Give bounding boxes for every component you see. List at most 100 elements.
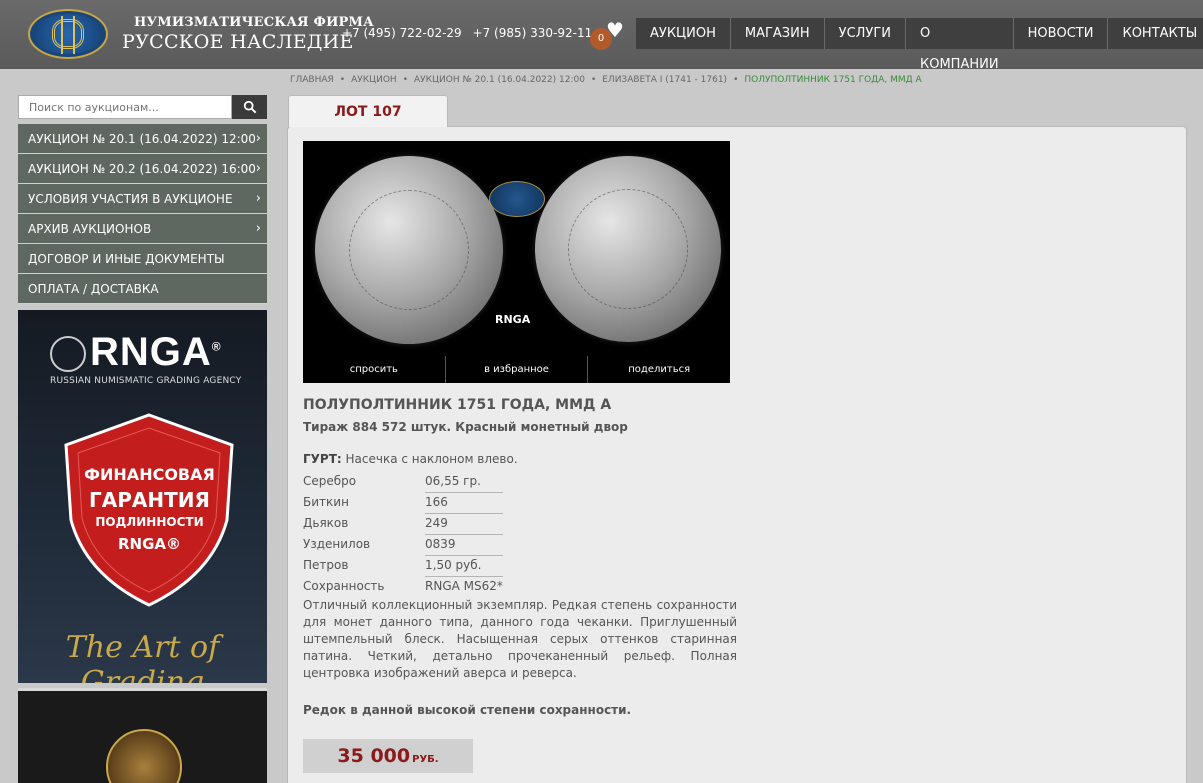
lot-specs: Серебро 06,55 гр. Биткин 166 Дьяков 249 … <box>303 472 503 598</box>
rnga-logo-text: RNGA <box>90 330 212 374</box>
spec-key: Биткин <box>303 495 349 509</box>
sidebar-item-archive[interactable]: АРХИВ АУКЦИОНОВ › <box>18 214 267 244</box>
edge-value: Насечка с наклоном влево. <box>345 452 518 466</box>
main-nav: АУКЦИОН МАГАЗИН УСЛУГИ О КОМПАНИИ НОВОСТ… <box>636 18 1203 72</box>
sidebar-item-auction-20-2[interactable]: АУКЦИОН № 20.2 (16.04.2022) 16:00 › <box>18 154 267 184</box>
coin-reverse-detail <box>568 189 688 309</box>
sidebar-menu: АУКЦИОН № 20.1 (16.04.2022) 12:00 › АУКЦ… <box>18 124 267 304</box>
lot-subtitle: Тираж 884 572 штук. Красный монетный дво… <box>303 420 628 434</box>
spec-row: Петров 1,50 руб. <box>303 556 503 577</box>
promo-banner[interactable] <box>18 688 267 783</box>
nav-auction[interactable]: АУКЦИОН <box>636 18 731 49</box>
lot-note: Редок в данной высокой степени сохраннос… <box>303 703 632 717</box>
logo-monogram-stroke <box>61 16 75 54</box>
spec-key: Петров <box>303 558 349 572</box>
phone-1[interactable]: +7 (495) 722-02-29 <box>342 26 462 40</box>
nav-shop[interactable]: МАГАЗИН <box>730 18 825 49</box>
sidebar-item-label: ДОГОВОР И ИНЫЕ ДОКУМЕНТЫ <box>28 252 225 266</box>
breadcrumb-category[interactable]: ЕЛИЗАВЕТА I (1741 - 1761) <box>602 75 727 85</box>
phone-2[interactable]: +7 (985) 330-92-11 <box>473 26 593 40</box>
coin-reverse <box>535 156 721 342</box>
rnga-watermark: RNGA <box>495 313 531 326</box>
spec-value: 0839 <box>425 535 503 556</box>
coin-obverse <box>315 156 503 344</box>
shield-line-4: RNGA® <box>117 535 182 553</box>
nav-services[interactable]: УСЛУГИ <box>824 18 906 49</box>
rnga-subtitle: RUSSIAN NUMISMATIC GRADING AGENCY <box>50 376 242 386</box>
shield-line-1: ФИНАНСОВАЯ <box>84 465 215 484</box>
coin-image[interactable]: RNGA <box>303 141 730 356</box>
sidebar-item-label: АУКЦИОН № 20.1 (16.04.2022) 12:00 <box>28 132 256 146</box>
breadcrumb-current: ПОЛУПОЛТИННИК 1751 ГОДА, ММД А <box>744 75 922 85</box>
spec-row: Дьяков 249 <box>303 514 503 535</box>
registered-mark: ® <box>211 339 222 354</box>
shield-line-3: ПОДЛИННОСТИ <box>95 515 204 529</box>
spec-value: 166 <box>425 493 503 514</box>
spec-row: Серебро 06,55 гр. <box>303 472 503 493</box>
brand-tagline[interactable]: НУМИЗМАТИЧЕСКАЯ ФИРМА <box>134 15 374 30</box>
sidebar-item-payment[interactable]: ОПЛАТА / ДОСТАВКА <box>18 274 267 304</box>
lot-description: Отличный коллекционный экземпляр. Редкая… <box>303 598 737 680</box>
shield-line-2: ГАРАНТИЯ <box>89 488 210 512</box>
logo-emblem-icon[interactable] <box>28 9 108 59</box>
spec-value: 249 <box>425 514 503 535</box>
add-to-favorites-button[interactable]: в избранное <box>445 356 589 383</box>
site-header: НУМИЗМАТИЧЕСКАЯ ФИРМА РУССКОЕ НАСЛЕДИЕ +… <box>0 0 1203 72</box>
price-value: 35 000 <box>337 745 411 767</box>
ask-button[interactable]: спросить <box>303 356 446 383</box>
breadcrumb-auction[interactable]: АУКЦИОН <box>351 75 397 85</box>
spec-key: Сохранность <box>303 579 385 593</box>
spec-row: Сохранность RNGA MS62* <box>303 577 503 598</box>
search-button[interactable] <box>232 95 267 119</box>
chevron-right-icon: › <box>255 221 261 236</box>
brand-name[interactable]: РУССКОЕ НАСЛЕДИЕ <box>122 31 354 53</box>
sidebar-item-auction-20-1[interactable]: АУКЦИОН № 20.1 (16.04.2022) 12:00 › <box>18 124 267 154</box>
edge-info: ГУРТ: Насечка с наклоном влево. <box>303 452 518 466</box>
search-icon <box>243 100 256 114</box>
spec-value: RNGA MS62* <box>425 579 503 593</box>
sidebar-item-terms[interactable]: УСЛОВИЯ УЧАСТИЯ В АУКЦИОНЕ › <box>18 184 267 214</box>
coin-obverse-detail <box>348 189 470 311</box>
chevron-right-icon: › <box>255 161 261 176</box>
edge-label: ГУРТ: <box>303 452 342 466</box>
search-input[interactable] <box>18 95 232 119</box>
spec-value: 06,55 гр. <box>425 472 503 493</box>
phone-numbers: +7 (495) 722-02-29 +7 (985) 330-92-11 <box>342 26 599 40</box>
nav-news[interactable]: НОВОСТИ <box>1013 18 1109 49</box>
breadcrumb-auction-session[interactable]: АУКЦИОН № 20.1 (16.04.2022) 12:00 <box>414 75 585 85</box>
heart-icon: ♥ <box>606 18 624 42</box>
nav-contacts[interactable]: КОНТАКТЫ <box>1108 18 1203 49</box>
nav-about[interactable]: О КОМПАНИИ <box>906 18 1014 72</box>
sidebar-item-documents[interactable]: ДОГОВОР И ИНЫЕ ДОКУМЕНТЫ <box>18 244 267 274</box>
rnga-logo: RNGA® <box>50 330 222 375</box>
watermark-emblem-icon <box>489 181 545 217</box>
share-button[interactable]: поделиться <box>588 356 731 383</box>
favorites-button[interactable]: 0 ♥ <box>590 18 630 50</box>
spec-row: Биткин 166 <box>303 493 503 514</box>
rnga-banner[interactable]: RNGA® RUSSIAN NUMISMATIC GRADING AGENCY … <box>18 310 267 683</box>
sidebar-item-label: АРХИВ АУКЦИОНОВ <box>28 222 152 236</box>
price-box: 35 000 РУБ. <box>303 739 473 773</box>
spec-key: Узденилов <box>303 537 371 551</box>
banner-slogan: The Art of Grading <box>65 630 220 683</box>
lot-title: ПОЛУПОЛТИННИК 1751 ГОДА, ММД А <box>303 397 612 413</box>
breadcrumb-separator: • <box>590 75 597 85</box>
spec-row: Узденилов 0839 <box>303 535 503 556</box>
auction-search <box>18 95 267 119</box>
lot-actions: спросить в избранное поделиться <box>303 356 731 383</box>
dragon-icon <box>50 336 86 373</box>
breadcrumb: ГЛАВНАЯ • АУКЦИОН • АУКЦИОН № 20.1 (16.04.20… <box>290 75 922 85</box>
breadcrumb-separator: • <box>339 75 346 85</box>
sidebar-item-label: АУКЦИОН № 20.2 (16.04.2022) 16:00 <box>28 162 256 176</box>
chevron-right-icon: › <box>255 191 261 206</box>
medal-image <box>106 729 182 783</box>
breadcrumb-separator: • <box>402 75 408 85</box>
spec-value: 1,50 руб. <box>425 556 503 577</box>
sidebar-item-label: УСЛОВИЯ УЧАСТИЯ В АУКЦИОНЕ <box>28 192 233 206</box>
breadcrumb-home[interactable]: ГЛАВНАЯ <box>290 75 334 85</box>
chevron-right-icon: › <box>255 131 261 146</box>
tab-lot[interactable]: ЛОТ 107 <box>288 95 448 127</box>
spec-key: Дьяков <box>303 516 349 530</box>
spec-key: Серебро <box>303 474 357 488</box>
sidebar-item-label: ОПЛАТА / ДОСТАВКА <box>28 282 159 296</box>
